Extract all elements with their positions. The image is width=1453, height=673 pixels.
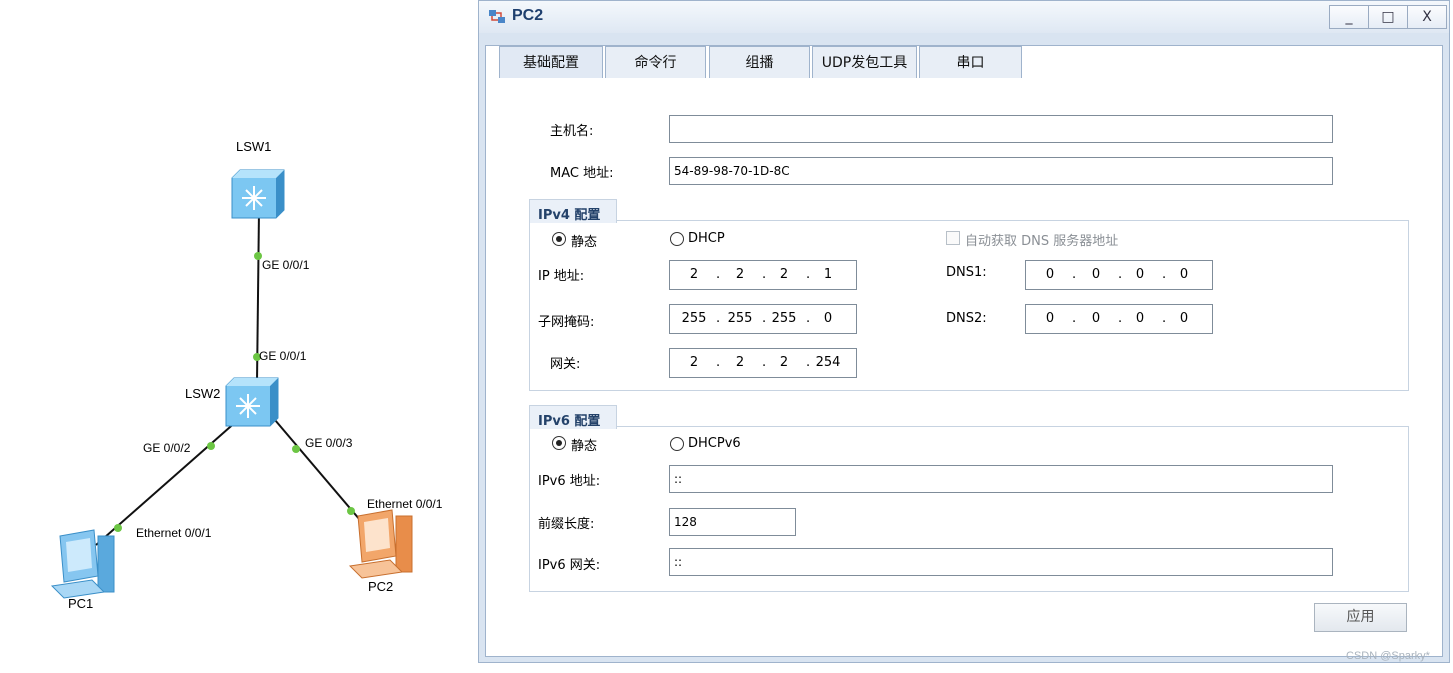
- dns1-octet-3: 0: [1135, 267, 1145, 282]
- mask-octet-1: 255: [681, 311, 707, 326]
- ipv6-dhcp-label: DHCPv6: [688, 436, 741, 451]
- tab-basic-config[interactable]: 基础配置: [499, 46, 603, 78]
- gateway-field[interactable]: 2. 2. 2. 254: [669, 348, 857, 378]
- ipv4-section-title: IPv4 配置: [529, 199, 617, 223]
- device-label-lsw2: LSW2: [185, 386, 221, 401]
- gw-octet-1: 2: [689, 355, 699, 370]
- port-dot-lsw2-ge002[interactable]: [207, 442, 215, 450]
- ipv4-static-radio[interactable]: [552, 232, 566, 246]
- apply-button[interactable]: 应用: [1314, 603, 1407, 632]
- device-label-pc1: PC1: [68, 596, 94, 611]
- gw-octet-3: 2: [779, 355, 789, 370]
- ipv6-static-radio[interactable]: [552, 436, 566, 450]
- dns2-octet-1: 0: [1045, 311, 1055, 326]
- ipv4-dhcp-radio[interactable]: [670, 232, 684, 246]
- ip-octet-4: 1: [823, 267, 833, 282]
- switch-lsw1-icon[interactable]: [231, 169, 285, 219]
- pc1-icon[interactable]: [50, 529, 115, 599]
- dns2-octet-2: 0: [1091, 311, 1101, 326]
- ipv6-dhcp-radio[interactable]: [670, 437, 684, 451]
- port-label-lsw2-ge003: GE 0/0/3: [305, 436, 353, 450]
- dns1-octet-4: 0: [1179, 267, 1189, 282]
- port-label-lsw2-ge001: GE 0/0/1: [259, 349, 307, 363]
- ip-octet-1: 2: [689, 267, 699, 282]
- tab-serial[interactable]: 串口: [919, 46, 1022, 78]
- subnet-mask-label: 子网掩码:: [538, 315, 595, 330]
- port-dot-lsw1-ge001[interactable]: [254, 252, 262, 260]
- dns1-field[interactable]: 0. 0. 0. 0: [1025, 260, 1213, 290]
- device-label-pc2: PC2: [368, 579, 394, 594]
- subnet-mask-field[interactable]: 255. 255. 255. 0: [669, 304, 857, 334]
- port-dot-pc1-eth[interactable]: [114, 524, 122, 532]
- dns1-label: DNS1:: [946, 265, 987, 280]
- mask-octet-3: 255: [771, 311, 797, 326]
- ipv6-static-label: 静态: [571, 439, 598, 454]
- pc2-config-window: PC2 _ □ X 基础配置 命令行 组播 UDP发包工具 串口 主机名: MA…: [478, 0, 1450, 663]
- mac-label: MAC 地址:: [550, 166, 614, 181]
- mask-octet-2: 255: [727, 311, 753, 326]
- dns2-label: DNS2:: [946, 311, 987, 326]
- dns2-field[interactable]: 0. 0. 0. 0: [1025, 304, 1213, 334]
- port-dot-lsw2-ge003[interactable]: [292, 445, 300, 453]
- port-label-lsw2-ge002: GE 0/0/2: [143, 441, 191, 455]
- ipv6-gateway-field[interactable]: ::: [669, 548, 1333, 576]
- device-label-lsw1: LSW1: [236, 139, 272, 154]
- hostname-label: 主机名:: [550, 124, 594, 139]
- switch-lsw2-icon[interactable]: [225, 377, 279, 427]
- port-label-pc2-eth: Ethernet 0/0/1: [367, 497, 443, 511]
- gateway-label: 网关:: [550, 357, 581, 372]
- ip-address-label: IP 地址:: [538, 269, 585, 284]
- tab-command-line[interactable]: 命令行: [605, 46, 706, 78]
- mac-address-field[interactable]: 54-89-98-70-1D-8C: [669, 157, 1333, 185]
- ipv4-static-label: 静态: [571, 235, 598, 250]
- ipv6-gateway-label: IPv6 网关:: [538, 558, 601, 573]
- gw-octet-4: 254: [815, 355, 841, 370]
- topology-canvas: LSW1 LSW2 PC1 PC2 GE 0/0/1 GE 0/0/1 GE 0…: [0, 0, 478, 673]
- dns1-octet-1: 0: [1045, 267, 1055, 282]
- dns2-octet-3: 0: [1135, 311, 1145, 326]
- port-label-lsw1-ge001: GE 0/0/1: [262, 258, 310, 272]
- ip-address-field[interactable]: 2. 2. 2. 1: [669, 260, 857, 290]
- ipv6-address-label: IPv6 地址:: [538, 474, 601, 489]
- pc2-icon[interactable]: [348, 509, 413, 579]
- mask-octet-4: 0: [823, 311, 833, 326]
- prefix-length-label: 前缀长度:: [538, 517, 595, 532]
- tab-multicast[interactable]: 组播: [709, 46, 810, 78]
- port-label-pc1-eth: Ethernet 0/0/1: [136, 526, 212, 540]
- tab-udp-tool[interactable]: UDP发包工具: [812, 46, 917, 78]
- topology-links: [50, 169, 413, 599]
- watermark: CSDN @Sparky*: [1346, 650, 1430, 662]
- dns1-octet-2: 0: [1091, 267, 1101, 282]
- ipv6-address-field[interactable]: ::: [669, 465, 1333, 493]
- minimize-button[interactable]: _: [1329, 5, 1369, 29]
- prefix-length-field[interactable]: 128: [669, 508, 796, 536]
- ip-octet-3: 2: [779, 267, 789, 282]
- title-bar[interactable]: PC2 _ □ X: [479, 1, 1449, 33]
- auto-dns-label: 自动获取 DNS 服务器地址: [965, 234, 1119, 249]
- ipv6-section-title: IPv6 配置: [529, 405, 617, 429]
- window-title: PC2: [512, 7, 544, 24]
- ip-octet-2: 2: [735, 267, 745, 282]
- ipv4-dhcp-label: DHCP: [688, 231, 725, 246]
- auto-dns-checkbox[interactable]: [946, 231, 960, 245]
- dns2-octet-4: 0: [1179, 311, 1189, 326]
- pc-app-icon: [489, 10, 505, 23]
- maximize-button[interactable]: □: [1368, 5, 1408, 29]
- gw-octet-2: 2: [735, 355, 745, 370]
- close-button[interactable]: X: [1407, 5, 1447, 29]
- hostname-input[interactable]: [669, 115, 1333, 143]
- port-dot-pc2-eth[interactable]: [347, 507, 355, 515]
- link-lsw2-pc2: [274, 419, 361, 521]
